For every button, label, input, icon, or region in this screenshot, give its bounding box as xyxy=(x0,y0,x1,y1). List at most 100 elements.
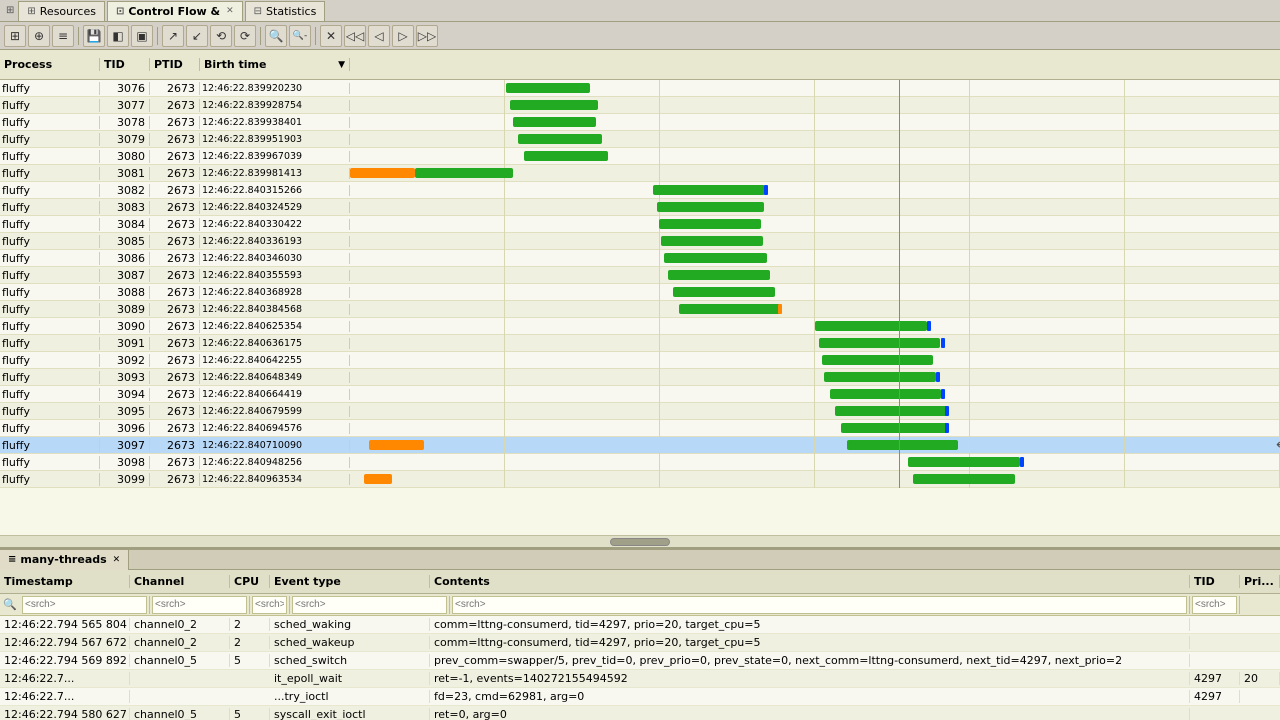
table-row[interactable]: fluffy 3094 2673 12:46:22.840664419 xyxy=(0,386,1280,403)
table-row[interactable]: fluffy 3090 2673 12:46:22.840625354 xyxy=(0,318,1280,335)
toolbar-btn-zoom-out[interactable]: 🔍- xyxy=(289,25,311,47)
table-row[interactable]: fluffy 3079 2673 12:46:22.839951903 xyxy=(0,131,1280,148)
cell-ptid: 2673 xyxy=(150,252,200,265)
table-row[interactable]: fluffy 3089 2673 12:46:22.840384568 xyxy=(0,301,1280,318)
cell-ptid: 2673 xyxy=(150,388,200,401)
toolbar-btn-prev[interactable]: ◁ xyxy=(368,25,390,47)
timeline-grid xyxy=(350,403,1280,420)
scroll-thumb[interactable] xyxy=(610,538,670,546)
table-row[interactable]: fluffy 3078 2673 12:46:22.839938401 xyxy=(0,114,1280,131)
thread-bar xyxy=(673,287,775,297)
toolbar-btn-close-x[interactable]: ✕ xyxy=(320,25,342,47)
table-row[interactable]: fluffy 3099 2673 12:46:22.840963534 xyxy=(0,471,1280,488)
cell-tid: 3077 xyxy=(100,99,150,112)
toolbar-btn-next-next[interactable]: ▷▷ xyxy=(416,25,438,47)
toolbar-btn-add[interactable]: ⊕ xyxy=(28,25,50,47)
toolbar-btn-undo[interactable]: ↗ xyxy=(162,25,184,47)
timeline-grid xyxy=(350,471,1280,488)
table-row[interactable]: fluffy 3098 2673 12:46:22.840948256 xyxy=(0,454,1280,471)
table-row[interactable]: fluffy 3077 2673 12:46:22.839928754 xyxy=(0,97,1280,114)
table-row[interactable]: fluffy 3088 2673 12:46:22.840368928 xyxy=(0,284,1280,301)
search-contents-input[interactable] xyxy=(452,596,1187,614)
panel-tab-many-threads[interactable]: ≡ many-threads ✕ xyxy=(0,550,129,570)
toolbar-btn-redo[interactable]: ↙ xyxy=(186,25,208,47)
ev-col-contents[interactable]: Contents xyxy=(430,575,1190,588)
col-header-ptid[interactable]: PTID xyxy=(150,58,200,71)
cell-ptid: 2673 xyxy=(150,235,200,248)
thread-bar xyxy=(415,168,513,178)
table-row[interactable]: fluffy 3097 2673 12:46:22.840710090 ↔ xyxy=(0,437,1280,454)
toolbar-btn-zoom-in[interactable]: 🔍 xyxy=(265,25,287,47)
toolbar-sep-4 xyxy=(315,27,316,45)
event-row[interactable]: 12:46:22.7... it_epoll_wait ret=-1, even… xyxy=(0,670,1280,688)
toolbar-sep-1 xyxy=(78,27,79,45)
toolbar-btn-prev-prev[interactable]: ◁◁ xyxy=(344,25,366,47)
toolbar-btn-export[interactable]: ▣ xyxy=(131,25,153,47)
thread-dot xyxy=(936,372,940,382)
toolbar-btn-view[interactable]: ⊞ xyxy=(4,25,26,47)
search-type-input[interactable] xyxy=(292,596,447,614)
cell-timeline xyxy=(350,148,1280,165)
toolbar-btn-save[interactable]: 💾 xyxy=(83,25,105,47)
tab-control-flow-close[interactable]: ✕ xyxy=(226,6,234,16)
col-header-tid[interactable]: TID xyxy=(100,58,150,71)
event-row[interactable]: 12:46:22.7... ...try_ioctl fd=23, cmd=62… xyxy=(0,688,1280,706)
event-row[interactable]: 12:46:22.794 569 892 channel0_5 5 sched_… xyxy=(0,652,1280,670)
search-cpu-input[interactable] xyxy=(252,596,287,614)
horizontal-scrollbar[interactable] xyxy=(0,535,1280,547)
ev-cell-contents: ret=0, arg=0 xyxy=(430,708,1190,720)
ev-cell-cpu: 5 xyxy=(230,708,270,720)
table-row[interactable]: fluffy 3084 2673 12:46:22.840330422 xyxy=(0,216,1280,233)
tab-statistics[interactable]: ⊟ Statistics xyxy=(245,1,326,21)
search-timestamp-input[interactable] xyxy=(22,596,147,614)
timeline-grid xyxy=(350,182,1280,199)
table-row[interactable]: fluffy 3096 2673 12:46:22.840694576 xyxy=(0,420,1280,437)
tab-control-flow[interactable]: ⊡ Control Flow & ✕ xyxy=(107,1,243,21)
table-row[interactable]: fluffy 3081 2673 12:46:22.839981413 xyxy=(0,165,1280,182)
thread-bar xyxy=(830,389,942,399)
table-row[interactable]: fluffy 3093 2673 12:46:22.840648349 xyxy=(0,369,1280,386)
ev-col-prio[interactable]: Pri... xyxy=(1240,575,1280,588)
timeline-grid xyxy=(350,301,1280,318)
event-row[interactable]: 12:46:22.794 565 804 channel0_2 2 sched_… xyxy=(0,616,1280,634)
cell-tid: 3096 xyxy=(100,422,150,435)
toolbar-btn-import[interactable]: ◧ xyxy=(107,25,129,47)
col-header-birth[interactable]: Birth time ▼ xyxy=(200,58,350,71)
ev-cell-type: sched_switch xyxy=(270,654,430,667)
cell-birth: 12:46:22.840368928 xyxy=(200,287,350,298)
table-row[interactable]: fluffy 3085 2673 12:46:22.840336193 xyxy=(0,233,1280,250)
table-row[interactable]: fluffy 3092 2673 12:46:22.840642255 xyxy=(0,352,1280,369)
cell-ptid: 2673 xyxy=(150,150,200,163)
search-channel-input[interactable] xyxy=(152,596,247,614)
table-row[interactable]: fluffy 3086 2673 12:46:22.840346030 xyxy=(0,250,1280,267)
toolbar-btn-refresh[interactable]: ⟲ xyxy=(210,25,232,47)
ev-col-channel[interactable]: Channel xyxy=(130,575,230,588)
tab-resources[interactable]: ⊞ Resources xyxy=(18,1,105,21)
toolbar-btn-list[interactable]: ≡ xyxy=(52,25,74,47)
table-row[interactable]: fluffy 3091 2673 12:46:22.840636175 xyxy=(0,335,1280,352)
event-row[interactable]: 12:46:22.794 580 627 channel0_5 5 syscal… xyxy=(0,706,1280,720)
table-row[interactable]: fluffy 3083 2673 12:46:22.840324529 xyxy=(0,199,1280,216)
event-row[interactable]: 12:46:22.794 567 672 channel0_2 2 sched_… xyxy=(0,634,1280,652)
col-process-label: Process xyxy=(4,58,52,71)
toolbar-btn-stop[interactable]: ⟳ xyxy=(234,25,256,47)
ev-col-cpu[interactable]: CPU xyxy=(230,575,270,588)
cell-birth: 12:46:22.840642255 xyxy=(200,355,350,366)
cell-process: fluffy xyxy=(0,422,100,435)
table-row[interactable]: fluffy 3095 2673 12:46:22.840679599 xyxy=(0,403,1280,420)
toolbar-btn-next[interactable]: ▷ xyxy=(392,25,414,47)
ev-col-timestamp[interactable]: Timestamp xyxy=(0,575,130,588)
ev-col-tid[interactable]: TID xyxy=(1190,575,1240,588)
timeline-grid xyxy=(350,267,1280,284)
table-row[interactable]: fluffy 3080 2673 12:46:22.839967039 xyxy=(0,148,1280,165)
table-row[interactable]: fluffy 3087 2673 12:46:22.840355593 xyxy=(0,267,1280,284)
search-tid-input[interactable] xyxy=(1192,596,1237,614)
panel-tab-close[interactable]: ✕ xyxy=(113,555,121,565)
cell-ptid: 2673 xyxy=(150,184,200,197)
table-row[interactable]: fluffy 3076 2673 12:46:22.839920230 xyxy=(0,80,1280,97)
ev-col-type[interactable]: Event type xyxy=(270,575,430,588)
table-row[interactable]: fluffy 3082 2673 12:46:22.840315266 xyxy=(0,182,1280,199)
thread-bar xyxy=(841,423,948,433)
col-header-process[interactable]: Process xyxy=(0,58,100,71)
cell-ptid: 2673 xyxy=(150,371,200,384)
